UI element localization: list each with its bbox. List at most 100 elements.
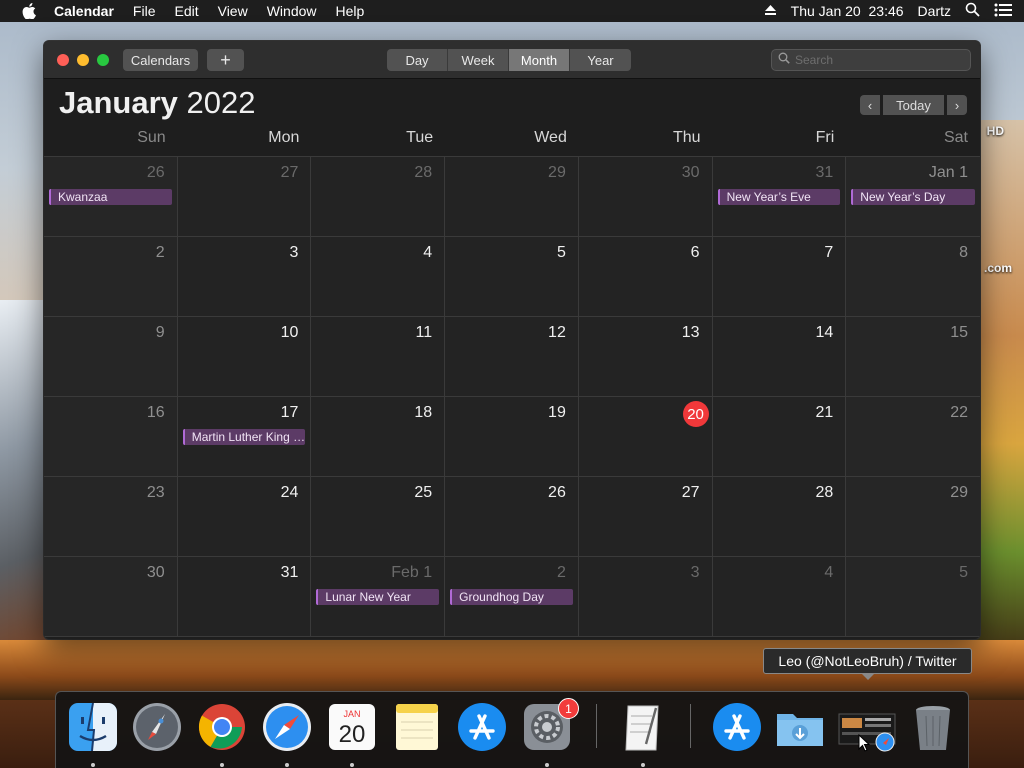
weekday-wed: Wed <box>534 129 567 146</box>
next-month-button[interactable]: › <box>947 95 967 115</box>
day-cell[interactable]: Jan 1 New Year’s Day <box>846 157 980 237</box>
weekday-mon: Mon <box>268 129 300 146</box>
notes-icon[interactable] <box>390 700 444 754</box>
calendar-icon[interactable]: JAN 20 <box>325 700 379 754</box>
finder-icon[interactable] <box>66 700 120 754</box>
day-cell[interactable]: 19 <box>445 397 579 477</box>
day-cell[interactable]: Feb 1 Lunar New Year <box>311 557 446 637</box>
chrome-icon[interactable] <box>195 700 249 754</box>
day-cell[interactable]: 29 <box>846 477 980 557</box>
view-day-button[interactable]: Day <box>387 49 448 71</box>
menu-window[interactable]: Window <box>267 3 317 19</box>
day-cell[interactable]: 30 <box>44 557 178 637</box>
calendar-event[interactable]: New Year’s Eve <box>717 189 841 205</box>
view-year-button[interactable]: Year <box>570 49 631 71</box>
system-preferences-running-indicator <box>545 763 549 767</box>
day-cell[interactable]: 2 Groundhog Day <box>445 557 579 637</box>
fullscreen-window-button[interactable] <box>97 54 109 66</box>
day-cell[interactable]: 25 <box>311 477 446 557</box>
day-cell[interactable]: 3 <box>177 237 312 317</box>
day-cell[interactable]: 31 New Year’s Eve <box>712 157 847 237</box>
date-number: 3 <box>690 564 700 581</box>
app-store-icon[interactable] <box>455 700 509 754</box>
date-number: 27 <box>280 164 299 181</box>
trash-icon[interactable] <box>906 700 960 754</box>
search-input[interactable] <box>795 53 955 67</box>
day-cell[interactable]: 29 <box>445 157 579 237</box>
previous-month-button[interactable]: ‹ <box>860 95 880 115</box>
close-window-button[interactable] <box>57 54 69 66</box>
apple-menu-icon[interactable] <box>20 0 38 22</box>
calendar-event[interactable]: New Year’s Day <box>851 189 975 205</box>
day-cell[interactable]: 26 Kwanzaa <box>44 157 178 237</box>
day-cell[interactable]: 7 <box>712 237 847 317</box>
today-button[interactable]: Today <box>883 95 944 115</box>
app-store-folder-icon[interactable] <box>710 700 764 754</box>
date-number: 13 <box>681 324 700 341</box>
day-cell[interactable]: 13 <box>578 317 713 397</box>
day-cell[interactable]: 16 <box>44 397 178 477</box>
minimize-window-button[interactable] <box>77 54 89 66</box>
day-cell[interactable]: 14 <box>712 317 847 397</box>
date-number: 26 <box>146 164 165 181</box>
day-cell[interactable]: 15 <box>846 317 980 397</box>
menu-app-name[interactable]: Calendar <box>54 3 114 19</box>
day-cell[interactable]: 24 <box>177 477 312 557</box>
desktop-file-label[interactable]: .com <box>984 261 1012 275</box>
date-number: 14 <box>815 324 834 341</box>
day-cell[interactable]: 18 <box>311 397 446 477</box>
day-cell[interactable]: 31 <box>177 557 312 637</box>
calendar-event[interactable]: Kwanzaa <box>49 189 172 205</box>
day-cell[interactable]: 10 <box>177 317 312 397</box>
day-cell[interactable]: 3 <box>578 557 713 637</box>
add-event-button[interactable]: + <box>207 49 244 71</box>
eject-icon[interactable] <box>764 3 777 19</box>
day-cell[interactable]: 8 <box>846 237 980 317</box>
menu-view[interactable]: View <box>218 3 248 19</box>
day-cell[interactable]: 28 <box>311 157 446 237</box>
day-cell[interactable]: 27 <box>177 157 312 237</box>
day-cell[interactable]: 6 <box>578 237 713 317</box>
day-cell[interactable]: 21 <box>712 397 847 477</box>
calendar-event[interactable]: Lunar New Year <box>316 589 440 605</box>
search-field[interactable] <box>771 49 971 71</box>
day-cell[interactable]: 5 <box>445 237 579 317</box>
day-cell[interactable]: 9 <box>44 317 178 397</box>
launchpad-icon[interactable] <box>130 700 184 754</box>
desktop-hd-label[interactable]: HD <box>987 124 1004 138</box>
downloads-folder-icon[interactable] <box>773 700 827 754</box>
day-cell[interactable]: 28 <box>712 477 847 557</box>
day-cell[interactable]: 23 <box>44 477 178 557</box>
menu-clock[interactable]: Thu Jan 20 23:46 <box>791 3 904 19</box>
day-cell[interactable]: 30 <box>578 157 713 237</box>
window-toolbar: Calendars + Day Week Month Year <box>44 41 980 79</box>
day-cell[interactable]: 5 <box>846 557 980 637</box>
menu-edit[interactable]: Edit <box>174 3 198 19</box>
view-week-button[interactable]: Week <box>448 49 509 71</box>
menu-file[interactable]: File <box>133 3 156 19</box>
notification-center-icon[interactable] <box>994 3 1012 20</box>
safari-icon[interactable] <box>260 700 314 754</box>
title-year: 2022 <box>186 85 256 120</box>
day-cell[interactable]: 12 <box>445 317 579 397</box>
day-cell[interactable]: 20 <box>578 397 713 477</box>
calendar-event[interactable]: Groundhog Day <box>450 589 573 605</box>
day-cell[interactable]: 2 <box>44 237 178 317</box>
day-cell[interactable]: 26 <box>445 477 579 557</box>
date-number: 24 <box>280 484 299 501</box>
view-month-button[interactable]: Month <box>509 49 570 71</box>
day-cell[interactable]: 4 <box>311 237 446 317</box>
calendar-event[interactable]: Martin Luther King Jr. Day <box>182 429 306 445</box>
menu-help[interactable]: Help <box>336 3 365 19</box>
textedit-running-indicator <box>641 763 645 767</box>
day-cell[interactable]: 11 <box>311 317 446 397</box>
spotlight-icon[interactable] <box>965 2 980 20</box>
weekday-tue: Tue <box>406 129 434 146</box>
menu-user[interactable]: Dartz <box>918 3 951 19</box>
textedit-icon[interactable] <box>616 700 670 754</box>
day-cell[interactable]: 4 <box>712 557 847 637</box>
day-cell[interactable]: 17 Martin Luther King Jr. Day <box>177 397 312 477</box>
calendars-button[interactable]: Calendars <box>123 49 198 71</box>
day-cell[interactable]: 27 <box>578 477 713 557</box>
day-cell[interactable]: 22 <box>846 397 980 477</box>
